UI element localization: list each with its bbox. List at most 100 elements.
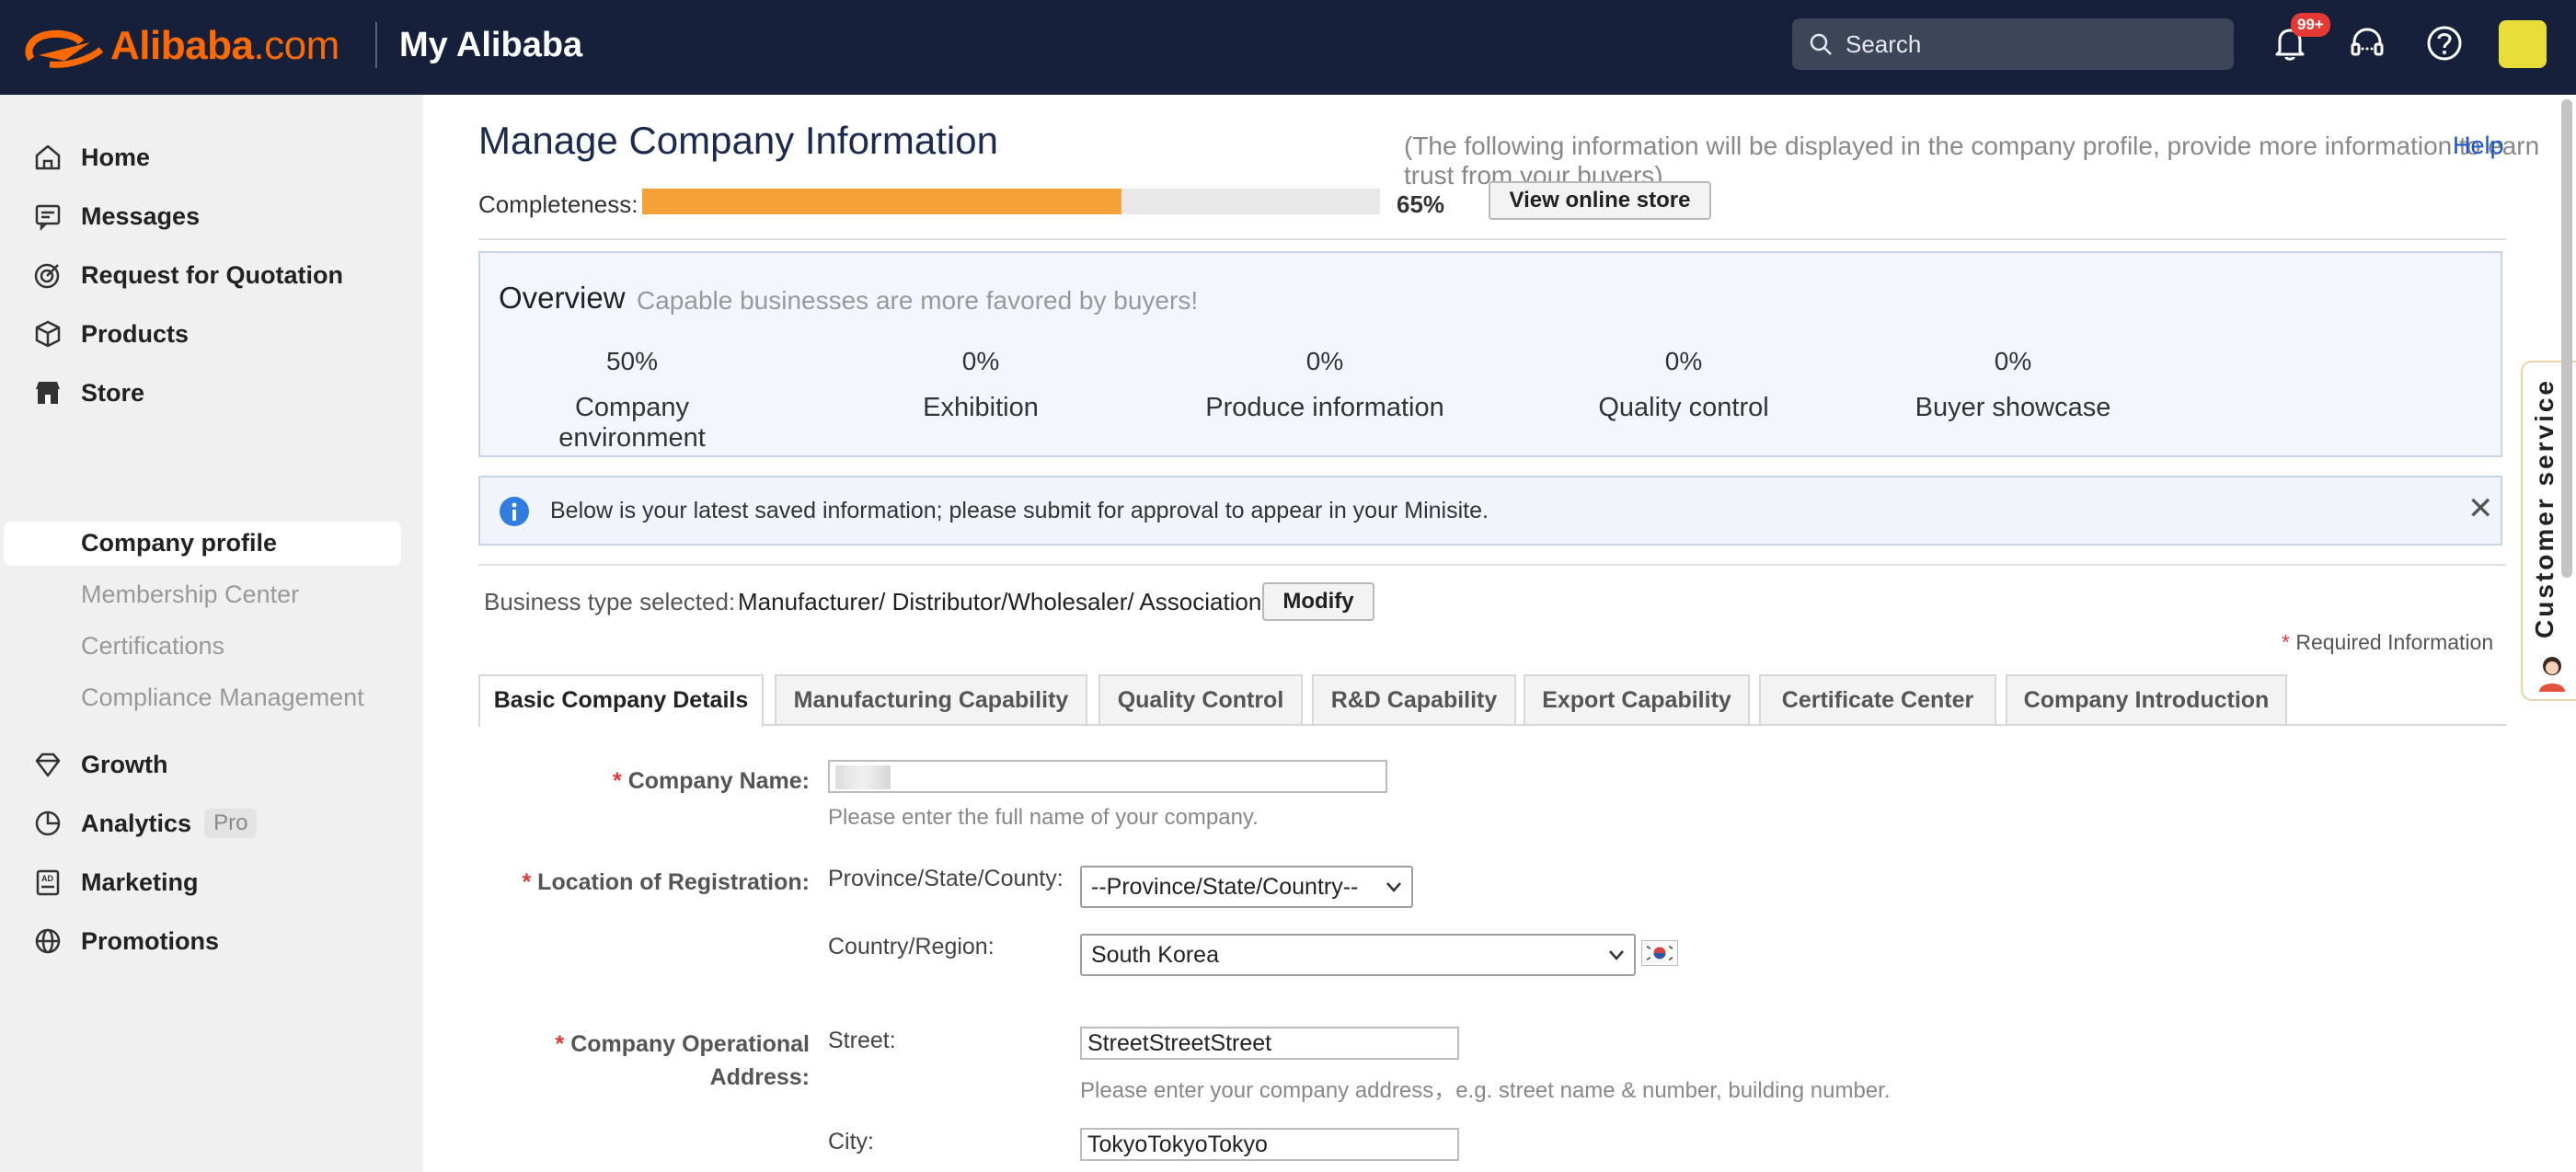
progress-fill	[642, 189, 1122, 214]
completeness-label: Completeness:	[478, 190, 638, 218]
home-icon	[35, 144, 61, 170]
required-information-note: * Required Information	[2282, 630, 2494, 654]
tab-manufacturing-capability[interactable]: Manufacturing Capability	[775, 674, 1087, 726]
search-placeholder: Search	[1846, 29, 1922, 58]
overview-percent: 0%	[1305, 347, 1344, 375]
sidebar-item-label: Marketing	[81, 868, 199, 896]
sidebar-item-company-profile[interactable]: Company profile	[81, 524, 277, 561]
info-icon	[500, 497, 529, 526]
sidebar-item-products[interactable]: Products	[33, 316, 189, 352]
sidebar-item-compliance-management[interactable]: Compliance Management	[81, 679, 364, 716]
overview-subtitle: Capable businesses are more favored by b…	[637, 286, 1199, 315]
overview-item-exhibition[interactable]: 0% Exhibition	[880, 347, 1082, 423]
sidebar-item-store[interactable]: Store	[33, 374, 144, 411]
overview-percent: 0%	[1664, 347, 1703, 375]
company-name-hint: Please enter the full name of your compa…	[828, 805, 1259, 830]
country-select[interactable]: South Korea	[1080, 934, 1636, 976]
overview-percent: 50%	[605, 347, 659, 375]
sidebar-item-membership-center[interactable]: Membership Center	[81, 576, 299, 613]
sidebar-item-marketing[interactable]: AD Marketing	[33, 864, 199, 901]
sidebar-item-label: Request for Quotation	[81, 260, 343, 289]
help-link[interactable]: Help	[2453, 132, 2504, 160]
province-label: Province/State/County:	[828, 866, 1064, 891]
info-notice: Below is your latest saved information; …	[478, 476, 2502, 546]
province-select[interactable]: --Province/State/Country--	[1080, 866, 1413, 908]
overview-name: Produce information	[1205, 393, 1444, 422]
alibaba-logo-icon	[25, 29, 104, 68]
overview-panel: Overview Capable businesses are more fav…	[478, 251, 2502, 457]
sidebar-item-label: Analytics	[81, 809, 192, 837]
location-label: * Location of Registration:	[522, 869, 810, 895]
sidebar-item-label: Growth	[81, 750, 168, 778]
sidebar-item-label: Store	[81, 378, 145, 407]
divider	[478, 238, 2506, 240]
sidebar-item-certifications[interactable]: Certifications	[81, 627, 224, 664]
sidebar-item-messages[interactable]: Messages	[33, 198, 200, 235]
support-agent-icon	[2539, 657, 2565, 692]
store-icon	[36, 382, 60, 404]
modify-button[interactable]: Modify	[1262, 582, 1374, 621]
sidebar-item-label: Products	[81, 319, 190, 348]
overview-item-buyer-showcase[interactable]: 0% Buyer showcase	[1884, 347, 2142, 423]
overview-name: Company environment	[558, 393, 706, 453]
search-icon	[1810, 33, 1832, 55]
overview-percent: 0%	[1994, 347, 2032, 375]
country-selected-value: South Korea	[1091, 942, 1219, 968]
sidebar-item-promotions[interactable]: Promotions	[33, 923, 219, 959]
chevron-down-icon	[1386, 882, 1401, 892]
tab-basic-company-details[interactable]: Basic Company Details	[478, 674, 764, 728]
city-label: City:	[828, 1129, 874, 1155]
pro-badge: Pro	[204, 809, 258, 838]
sidebar: Home Messages Request for Quotation Prod…	[0, 95, 423, 1172]
globe-icon	[35, 928, 61, 954]
sidebar-item-rfq[interactable]: Request for Quotation	[33, 257, 343, 293]
business-type-value: Manufacturer/ Distributor/Wholesaler/ As…	[738, 588, 1262, 615]
south-korea-flag-icon	[1641, 940, 1678, 966]
overview-name: Quality control	[1598, 393, 1769, 422]
main-content: Manage Company Information (The followin…	[423, 95, 2576, 1172]
diamond-icon	[35, 753, 61, 777]
sidebar-item-growth[interactable]: Growth	[33, 746, 168, 783]
header-divider	[375, 22, 377, 68]
street-input[interactable]: StreetStreetStreet	[1080, 1027, 1459, 1060]
box-icon	[35, 320, 61, 348]
sidebar-item-label: Messages	[81, 201, 201, 230]
company-name-label: * Company Name:	[613, 768, 810, 794]
completeness-progress-bar	[642, 189, 1380, 214]
my-alibaba-title[interactable]: My Alibaba	[399, 22, 582, 68]
top-header: Alibaba.com My Alibaba Search 99+	[0, 0, 2576, 95]
help-icon[interactable]	[2423, 22, 2466, 64]
province-selected-value: --Province/State/Country--	[1091, 874, 1359, 900]
business-type-label: Business type selected:	[484, 588, 736, 615]
customer-service-label: Customer service	[2530, 377, 2559, 638]
tab-company-introduction[interactable]: Company Introduction	[2006, 674, 2287, 726]
tab-bar: Basic Company Details Manufacturing Capa…	[478, 669, 2506, 728]
overview-item-company-environment[interactable]: 50% Company environment	[499, 347, 765, 454]
company-name-input[interactable]	[828, 760, 1387, 793]
notice-text: Below is your latest saved information; …	[550, 498, 1489, 523]
overview-item-produce-information[interactable]: 0% Produce information	[1187, 347, 1463, 423]
page-title: Manage Company Information	[478, 119, 998, 162]
street-hint: Please enter your company address，e.g. s…	[1080, 1078, 1891, 1103]
sidebar-item-analytics[interactable]: Analytics Pro	[33, 805, 258, 842]
tab-quality-control[interactable]: Quality Control	[1098, 674, 1303, 726]
search-input[interactable]: Search	[1792, 18, 2234, 70]
tab-export-capability[interactable]: Export Capability	[1524, 674, 1750, 726]
street-label: Street:	[828, 1028, 896, 1053]
view-online-store-button[interactable]: View online store	[1489, 181, 1711, 220]
notification-badge: 99+	[2291, 13, 2330, 37]
tab-certificate-center[interactable]: Certificate Center	[1759, 674, 1996, 726]
close-icon[interactable]: ✕	[2467, 490, 2494, 527]
headset-icon[interactable]	[2346, 22, 2388, 64]
sidebar-item-home[interactable]: Home	[33, 139, 150, 176]
operational-address-label: * Company Operational Address:	[555, 1031, 810, 1090]
alibaba-logo[interactable]: Alibaba.com	[22, 18, 339, 74]
scrollbar[interactable]	[2561, 99, 2572, 578]
tab-rd-capability[interactable]: R&D Capability	[1312, 674, 1516, 726]
target-icon	[34, 263, 60, 289]
sidebar-item-label: Home	[81, 143, 151, 171]
svg-text:AD: AD	[41, 874, 53, 883]
avatar[interactable]	[2499, 20, 2547, 68]
overview-item-quality-control[interactable]: 0% Quality control	[1555, 347, 1812, 423]
city-input[interactable]: TokyoTokyoTokyo	[1080, 1128, 1459, 1161]
